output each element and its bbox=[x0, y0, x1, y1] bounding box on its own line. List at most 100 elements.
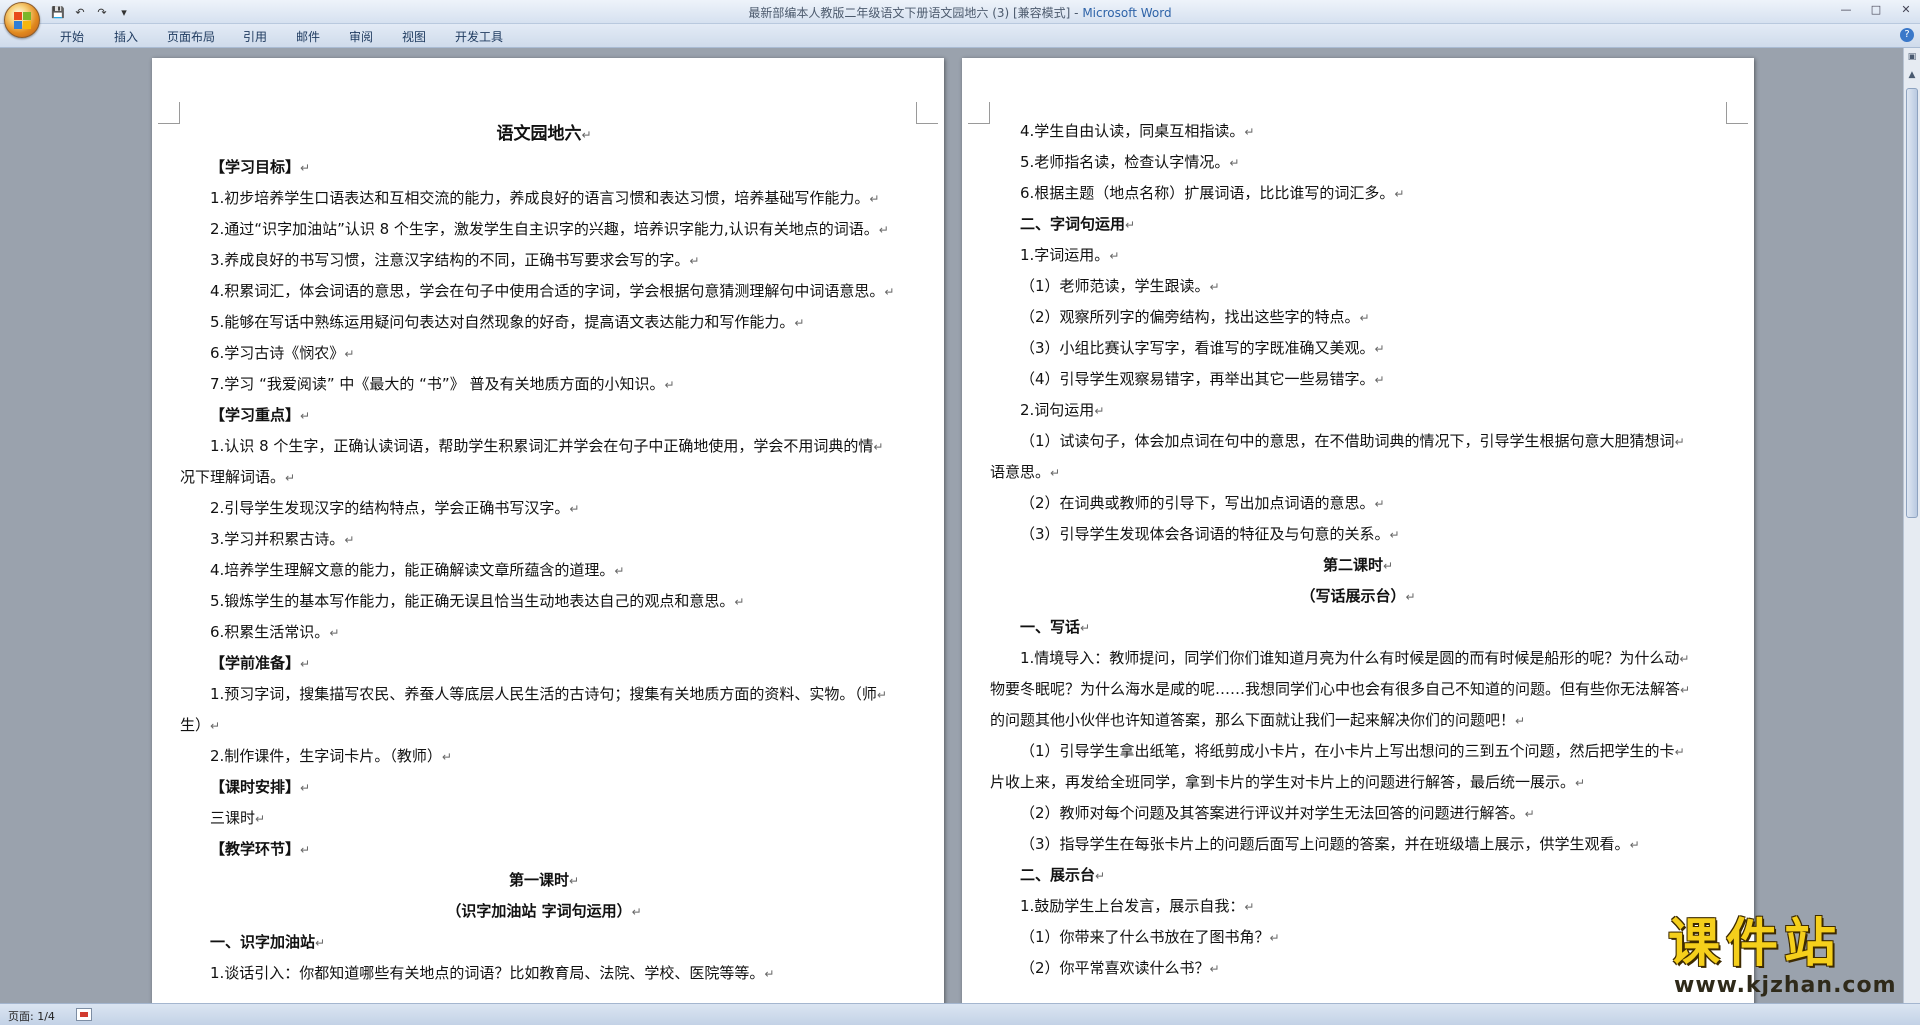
paragraph-line: 1.预习字词，搜集描写农民、养蚕人等底层人民生活的古诗句；搜集有关地质方面的资料… bbox=[180, 679, 908, 710]
app-name: Microsoft Word bbox=[1082, 6, 1172, 20]
paragraph-line: 1.字词运用。↵ bbox=[990, 240, 1726, 271]
spell-check-icon[interactable] bbox=[76, 1008, 92, 1021]
tab-page-layout[interactable]: 页面布局 bbox=[167, 28, 215, 45]
paragraph-mark-icon: ↵ bbox=[441, 750, 452, 764]
paragraph-line: 3.学习并积累古诗。↵ bbox=[180, 524, 908, 555]
paragraph-line: 3.养成良好的书写习惯，注意汉字结构的不同，正确书写要求会写的字。↵ bbox=[180, 245, 908, 276]
office-button[interactable] bbox=[4, 2, 40, 38]
paragraph-mark-icon: ↵ bbox=[1109, 249, 1120, 263]
paragraph-text: （3）指导学生在每张卡片上的问题后面写上问题的答案，并在班级墙上展示，供学生观看… bbox=[1020, 835, 1630, 853]
page-count-status[interactable]: 页面: 1/4 bbox=[8, 1008, 55, 1024]
paragraph-mark-icon: ↵ bbox=[876, 688, 887, 702]
paragraph-text: 二、展示台 bbox=[1020, 866, 1096, 884]
paragraph-line: 6.根据主题（地点名称）扩展词语，比比谁写的词汇多。↵ bbox=[990, 178, 1726, 209]
paragraph-line: 5.锻炼学生的基本写作能力，能正确无误且恰当生动地表达自己的观点和意思。↵ bbox=[180, 586, 908, 617]
maximize-icon[interactable]: □ bbox=[1868, 2, 1884, 18]
ribbon-tabs: 开始 插入 页面布局 引用 邮件 审阅 视图 开发工具 ? bbox=[0, 24, 1920, 48]
paragraph-text: 2.制作课件，生字词卡片。（教师） bbox=[210, 747, 442, 765]
paragraph-mark-icon: ↵ bbox=[1374, 342, 1385, 356]
paragraph-line: 的问题其他小伙伴也许知道答案，那么下面就让我们一起来解决你们的问题吧！↵ bbox=[990, 705, 1726, 736]
paragraph-text: 6.根据主题（地点名称）扩展词语，比比谁写的词汇多。 bbox=[1020, 184, 1395, 202]
watermark-title: 课件站 bbox=[1668, 914, 1843, 974]
close-icon[interactable]: ✕ bbox=[1898, 2, 1914, 18]
tab-references[interactable]: 引用 bbox=[243, 28, 267, 45]
scrollbar-thumb[interactable] bbox=[1906, 88, 1918, 518]
tab-view[interactable]: 视图 bbox=[402, 28, 426, 45]
tab-insert[interactable]: 插入 bbox=[114, 28, 138, 45]
paragraph-line: 二、字词句运用↵ bbox=[990, 209, 1726, 240]
paragraph-text: （识字加油站 字词句运用） bbox=[446, 902, 632, 920]
paragraph-mark-icon: ↵ bbox=[1209, 962, 1220, 976]
paragraph-mark-icon: ↵ bbox=[1244, 125, 1255, 139]
paragraph-text: 况下理解词语。 bbox=[180, 468, 286, 486]
paragraph-mark-icon: ↵ bbox=[1374, 373, 1385, 387]
paragraph-line: 5.能够在写话中熟练运用疑问句表达对自然现象的好奇，提高语文表达能力和写作能力。… bbox=[180, 307, 908, 338]
paragraph-text: 6.学习古诗《悯农》 bbox=[210, 344, 345, 362]
help-icon[interactable]: ? bbox=[1900, 28, 1914, 42]
paragraph-text: 第一课时 bbox=[508, 871, 569, 889]
paragraph-line: （3）指导学生在每张卡片上的问题后面写上问题的答案，并在班级墙上展示，供学生观看… bbox=[990, 829, 1726, 860]
paragraph-text: 1.认识 8 个生字，正确认读词语，帮助学生积累词汇并学会在句子中正确地使用，学… bbox=[210, 437, 874, 455]
margin-corner-mark bbox=[1726, 102, 1748, 124]
minimize-icon[interactable]: — bbox=[1838, 2, 1854, 18]
paragraph-mark-icon: ↵ bbox=[1095, 869, 1106, 883]
paragraph-line: 2.词句运用↵ bbox=[990, 395, 1726, 426]
paragraph-mark-icon: ↵ bbox=[1382, 559, 1394, 573]
paragraph-mark-icon: ↵ bbox=[1125, 218, 1136, 232]
paragraph-text: 1.情境导入：教师提问，同学们你们谁知道月亮为什么有时候是圆的而有时候是船形的呢… bbox=[1020, 649, 1680, 667]
vertical-scrollbar[interactable]: ▣ ▲ bbox=[1903, 48, 1920, 1003]
paragraph-line: 二、展示台↵ bbox=[990, 860, 1726, 891]
tab-developer[interactable]: 开发工具 bbox=[455, 28, 503, 45]
paragraph-text: 5.锻炼学生的基本写作能力，能正确无误且恰当生动地表达自己的观点和意思。 bbox=[210, 592, 735, 610]
paragraph-text: 6.积累生活常识。 bbox=[210, 623, 330, 641]
document-page-1[interactable]: 语文园地六↵ 【学习目标】↵ 1.初步培养学生口语表达和互相交流的能力，养成良好的… bbox=[152, 58, 944, 1003]
paragraph-mark-icon: ↵ bbox=[285, 471, 296, 485]
paragraph-text: 【学前准备】 bbox=[210, 654, 301, 672]
tab-mailings[interactable]: 邮件 bbox=[296, 28, 320, 45]
paragraph-line: 物要冬眠呢？为什么海水是咸的呢……我想同学们心中也会有很多自己不知道的问题。但有… bbox=[990, 674, 1726, 705]
margin-corner-mark bbox=[158, 102, 180, 124]
paragraph-line: 4.积累词汇，体会词语的意思，学会在句子中使用合适的字词，学会根据句意猜测理解句… bbox=[180, 276, 908, 307]
paragraph-text: 1.预习字词，搜集描写农民、养蚕人等底层人民生活的古诗句；搜集有关地质方面的资料… bbox=[210, 685, 877, 703]
paragraph-line: （识字加油站 字词句运用）↵ bbox=[180, 896, 908, 927]
paragraph-mark-icon: ↵ bbox=[210, 719, 221, 733]
paragraph-text: 的问题其他小伙伴也许知道答案，那么下面就让我们一起来解决你们的问题吧！ bbox=[990, 711, 1516, 729]
paragraph-text: 3.学习并积累古诗。 bbox=[210, 530, 345, 548]
paragraph-text: （1）引导学生拿出纸笔，将纸剪成小卡片，在小卡片上写出想问的三到五个问题，然后把… bbox=[1020, 742, 1675, 760]
paragraph-mark-icon: ↵ bbox=[1674, 435, 1685, 449]
paragraph-line: 5.老师指名读，检查认字情况。↵ bbox=[990, 147, 1726, 178]
paragraph-mark-icon: ↵ bbox=[1229, 156, 1240, 170]
paragraph-mark-icon: ↵ bbox=[614, 564, 625, 578]
paragraph-mark-icon: ↵ bbox=[569, 502, 580, 516]
paragraph-mark-icon: ↵ bbox=[1359, 311, 1370, 325]
paragraph-text: 生） bbox=[180, 716, 211, 734]
paragraph-text: （1）老师范读，学生跟读。 bbox=[1020, 277, 1210, 295]
document-page-2[interactable]: 4.学生自由认读，同桌互相指读。↵ 5.老师指名读，检查认字情况。↵ 6.根据主题（… bbox=[962, 58, 1754, 1003]
paragraph-mark-icon: ↵ bbox=[1515, 714, 1526, 728]
paragraph-text: 三课时 bbox=[210, 809, 256, 827]
paragraph-mark-icon: ↵ bbox=[1374, 497, 1385, 511]
scroll-up-icon[interactable]: ▲ bbox=[1905, 68, 1919, 82]
tab-review[interactable]: 审阅 bbox=[349, 28, 373, 45]
paragraph-text: （2）教师对每个问题及其答案进行评议并对学生无法回答的问题进行解答。 bbox=[1020, 804, 1525, 822]
paragraph-text: （4）引导学生观察易错字，再举出其它一些易错字。 bbox=[1020, 370, 1375, 388]
paragraph-line: （1）引导学生拿出纸笔，将纸剪成小卡片，在小卡片上写出想问的三到五个问题，然后把… bbox=[990, 736, 1726, 767]
paragraph-line: 7.学习 “我爱阅读” 中《最大的 “书”》 普及有关地质方面的小知识。↵ bbox=[180, 369, 908, 400]
paragraph-text: （写话展示台） bbox=[1300, 587, 1406, 605]
paragraph-text: （2）你平常喜欢读什么书？ bbox=[1020, 959, 1210, 977]
paragraph-line: 片收上来，再发给全班同学，拿到卡片的学生对卡片上的问题进行解答，最后统一展示。↵ bbox=[990, 767, 1726, 798]
paragraph-mark-icon: ↵ bbox=[255, 812, 266, 826]
paragraph-text: 1.鼓励学生上台发言，展示自我： bbox=[1020, 897, 1245, 915]
paragraph-mark-icon: ↵ bbox=[1209, 280, 1220, 294]
paragraph-text: 物要冬眠呢？为什么海水是咸的呢……我想同学们心中也会有很多自己不知道的问题。但有… bbox=[990, 680, 1681, 698]
ruler-toggle-icon[interactable]: ▣ bbox=[1905, 50, 1919, 64]
page-title-text: 语文园地六 bbox=[496, 124, 582, 144]
tab-home[interactable]: 开始 bbox=[60, 28, 84, 45]
paragraph-mark-icon: ↵ bbox=[1680, 683, 1691, 697]
paragraph-line: 况下理解词语。↵ bbox=[180, 462, 908, 493]
page-1-text: 语文园地六↵ 【学习目标】↵ 1.初步培养学生口语表达和互相交流的能力，养成良好的… bbox=[180, 116, 908, 989]
paragraph-mark-icon: ↵ bbox=[1524, 807, 1535, 821]
paragraph-text: 4.学生自由认读，同桌互相指读。 bbox=[1020, 122, 1245, 140]
paragraph-mark-icon: ↵ bbox=[1405, 590, 1416, 604]
paragraph-line: （2）教师对每个问题及其答案进行评议并对学生无法回答的问题进行解答。↵ bbox=[990, 798, 1726, 829]
